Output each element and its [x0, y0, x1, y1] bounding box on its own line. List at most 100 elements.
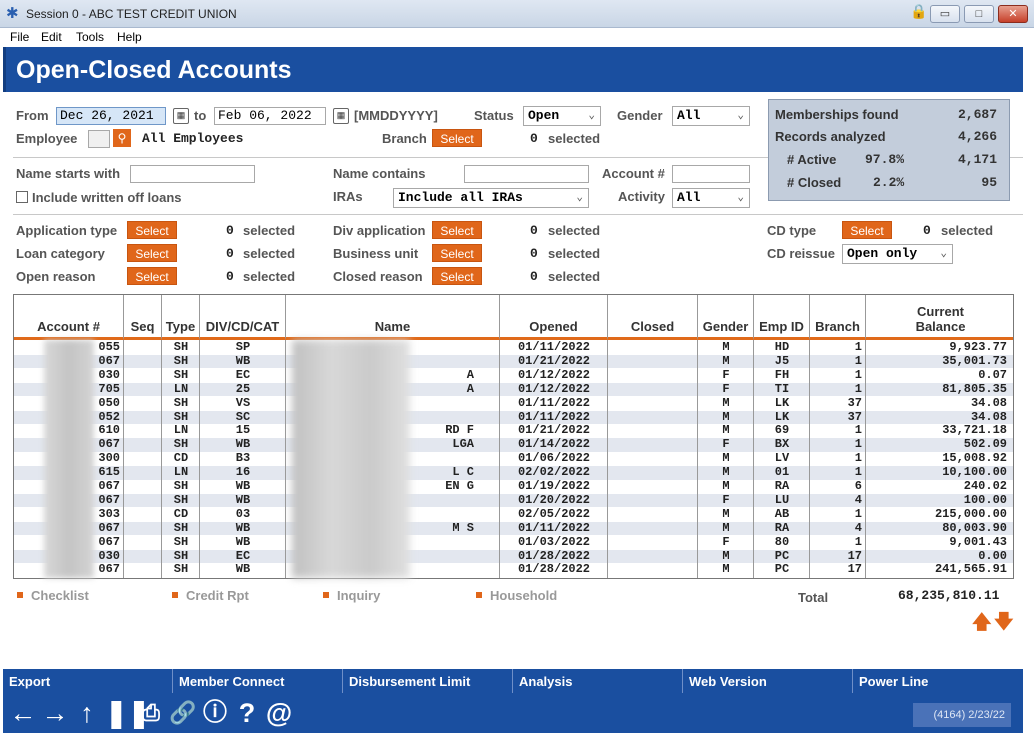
bullet-icon: [17, 592, 23, 598]
cell-type: CD: [173, 506, 189, 521]
table-row[interactable]: 052 SH SC 01/11/2022 M LK 37 34.08: [14, 409, 1013, 425]
loan-category-count: 0: [226, 246, 234, 261]
menu-edit[interactable]: Edit: [41, 30, 62, 44]
close-button[interactable]: ✕: [998, 5, 1028, 23]
status-select[interactable]: Open ⌄: [523, 106, 601, 126]
table-row[interactable]: 067 SH WB 01/03/2022 F 80 1 9,001.43: [14, 534, 1013, 550]
search-icon[interactable]: ⚲: [113, 129, 131, 147]
up-arrow-icon[interactable]: ↑: [73, 697, 101, 729]
tab-web-version[interactable]: Web Version: [683, 669, 853, 693]
cell-div-cd-cat: WB: [235, 534, 251, 549]
tab-member-connect[interactable]: Member Connect: [173, 669, 343, 693]
table-row[interactable]: 050 SH VS 01/11/2022 M LK 37 34.08: [14, 395, 1013, 411]
header-type[interactable]: Type: [162, 295, 200, 340]
header-seq[interactable]: Seq: [124, 295, 162, 340]
div-application-select-button[interactable]: Select: [432, 221, 482, 239]
table-row[interactable]: 300 CD B3 01/06/2022 M LV 1 15,008.92: [14, 452, 1013, 466]
table-row[interactable]: 067 SH WB M S 01/11/2022 M RA 4 80,003.90: [14, 521, 1013, 536]
activity-value: All: [677, 190, 701, 205]
cell-balance: 241,565.91: [934, 562, 1007, 577]
cell-div-cd-cat: VS: [235, 395, 251, 410]
cell-opened: 01/28/2022: [517, 548, 590, 563]
cell-closed: [608, 480, 698, 494]
header-opened[interactable]: Opened: [500, 295, 608, 340]
at-sign-icon[interactable]: @: [265, 697, 293, 729]
cell-opened: 01/12/2022: [517, 367, 590, 382]
business-unit-select-button[interactable]: Select: [432, 244, 482, 262]
activity-select[interactable]: All ⌄: [672, 188, 750, 208]
table-row[interactable]: 030 SH EC A 01/12/2022 F FH 1 0.07: [14, 367, 1013, 383]
table-row[interactable]: 615 LN 16 L C 02/02/2022 M 01 1 10,100.00: [14, 465, 1013, 480]
header-div-cd-cat[interactable]: DIV/CD/CAT: [200, 295, 286, 340]
arrow-up-icon[interactable]: 🡅: [972, 608, 992, 640]
to-date-input[interactable]: Feb 06, 2022: [214, 107, 326, 125]
help-icon[interactable]: ?: [233, 697, 261, 729]
cell-closed: [608, 508, 698, 522]
tab-export[interactable]: Export: [3, 669, 173, 693]
tab-power-line[interactable]: Power Line: [853, 669, 1023, 693]
table-row[interactable]: 067 SH WB 01/28/2022 M PC 17 241,565.91: [14, 562, 1013, 577]
credit-rpt-label: Credit Rpt: [186, 588, 249, 603]
calendar-icon[interactable]: ▦: [333, 108, 349, 124]
menu-tools[interactable]: Tools: [76, 30, 104, 44]
chevron-down-icon: ⌄: [588, 110, 595, 122]
cell-branch: 37: [847, 409, 862, 424]
cd-type-select-button[interactable]: Select: [842, 221, 892, 239]
credit-rpt-link[interactable]: Credit Rpt: [172, 588, 249, 603]
header-branch[interactable]: Branch: [810, 295, 866, 340]
minimize-button[interactable]: ▭: [930, 5, 960, 23]
menu-help[interactable]: Help: [117, 30, 142, 44]
header-emp-id[interactable]: Emp ID: [754, 295, 810, 340]
application-type-select-button[interactable]: Select: [127, 221, 177, 239]
table-row[interactable]: 055 SH SP 01/11/2022 M HD 1 9,923.77: [14, 340, 1013, 355]
include-written-off-checkbox[interactable]: [16, 191, 28, 203]
pause-icon[interactable]: ❚❚: [105, 697, 150, 729]
inquiry-link[interactable]: Inquiry: [323, 588, 380, 603]
forward-arrow-icon[interactable]: →: [41, 697, 69, 729]
table-row[interactable]: 067 SH WB LGA 01/14/2022 F BX 1 502.09: [14, 438, 1013, 452]
cell-type: LN: [173, 381, 189, 396]
table-row[interactable]: 610 LN 15 RD F 01/21/2022 M 69 1 33,721.18: [14, 424, 1013, 438]
tab-disbursement-limit[interactable]: Disbursement Limit: [343, 669, 513, 693]
printer-icon[interactable]: ⎙: [137, 697, 165, 729]
header-gender[interactable]: Gender: [698, 295, 754, 340]
name-starts-input[interactable]: [130, 165, 255, 183]
date-format-hint: [MMDDYYYY]: [354, 108, 438, 123]
closed-reason-select-button[interactable]: Select: [432, 267, 482, 285]
checklist-link[interactable]: Checklist: [17, 588, 89, 603]
tab-analysis[interactable]: Analysis: [513, 669, 683, 693]
table-row[interactable]: 067 SH WB EN G 01/19/2022 M RA 6 240.02: [14, 479, 1013, 494]
arrow-down-icon[interactable]: 🡇: [994, 608, 1014, 640]
table-row[interactable]: 067 SH WB 01/20/2022 F LU 4 100.00: [14, 493, 1013, 508]
gender-select[interactable]: All ⌄: [672, 106, 750, 126]
table-row[interactable]: 705 LN 25 A 01/12/2022 F TI 1 81,805.35: [14, 381, 1013, 397]
header-name[interactable]: Name: [286, 295, 500, 340]
cell-opened: 01/28/2022: [517, 562, 590, 577]
calendar-icon[interactable]: ▦: [173, 108, 189, 124]
maximize-button[interactable]: □: [964, 5, 994, 23]
header-closed[interactable]: Closed: [608, 295, 698, 340]
table-row[interactable]: 030 SH EC 01/28/2022 M PC 17 0.00: [14, 548, 1013, 564]
header-account[interactable]: Account #: [14, 295, 124, 340]
cell-closed: [608, 411, 698, 425]
header-current-balance[interactable]: Current Balance: [866, 295, 1013, 340]
link-icon[interactable]: 🔗: [169, 697, 197, 729]
employee-input[interactable]: [88, 130, 110, 148]
household-link[interactable]: Household: [476, 588, 557, 603]
cd-reissue-select[interactable]: Open only ⌄: [842, 244, 953, 264]
from-date-input[interactable]: Dec 26, 2021: [56, 107, 166, 125]
name-contains-input[interactable]: [464, 165, 589, 183]
open-reason-select-button[interactable]: Select: [127, 267, 177, 285]
table-row[interactable]: 303 CD 03 02/05/2022 M AB 1 215,000.00: [14, 506, 1013, 522]
iras-select[interactable]: Include all IRAs ⌄: [393, 188, 589, 208]
back-arrow-icon[interactable]: ←: [9, 697, 37, 729]
table-row[interactable]: 067 SH WB 01/21/2022 M J5 1 35,001.73: [14, 354, 1013, 369]
branch-select-button[interactable]: Select: [432, 129, 482, 147]
account-input[interactable]: [672, 165, 750, 183]
menu-file[interactable]: File: [10, 30, 29, 44]
loan-category-select-button[interactable]: Select: [127, 244, 177, 262]
column-divider: [607, 340, 608, 578]
info-icon[interactable]: ⓘ: [201, 697, 229, 729]
cd-reissue-label: CD reissue: [767, 246, 835, 261]
cell-balance: 9,001.43: [949, 534, 1007, 549]
